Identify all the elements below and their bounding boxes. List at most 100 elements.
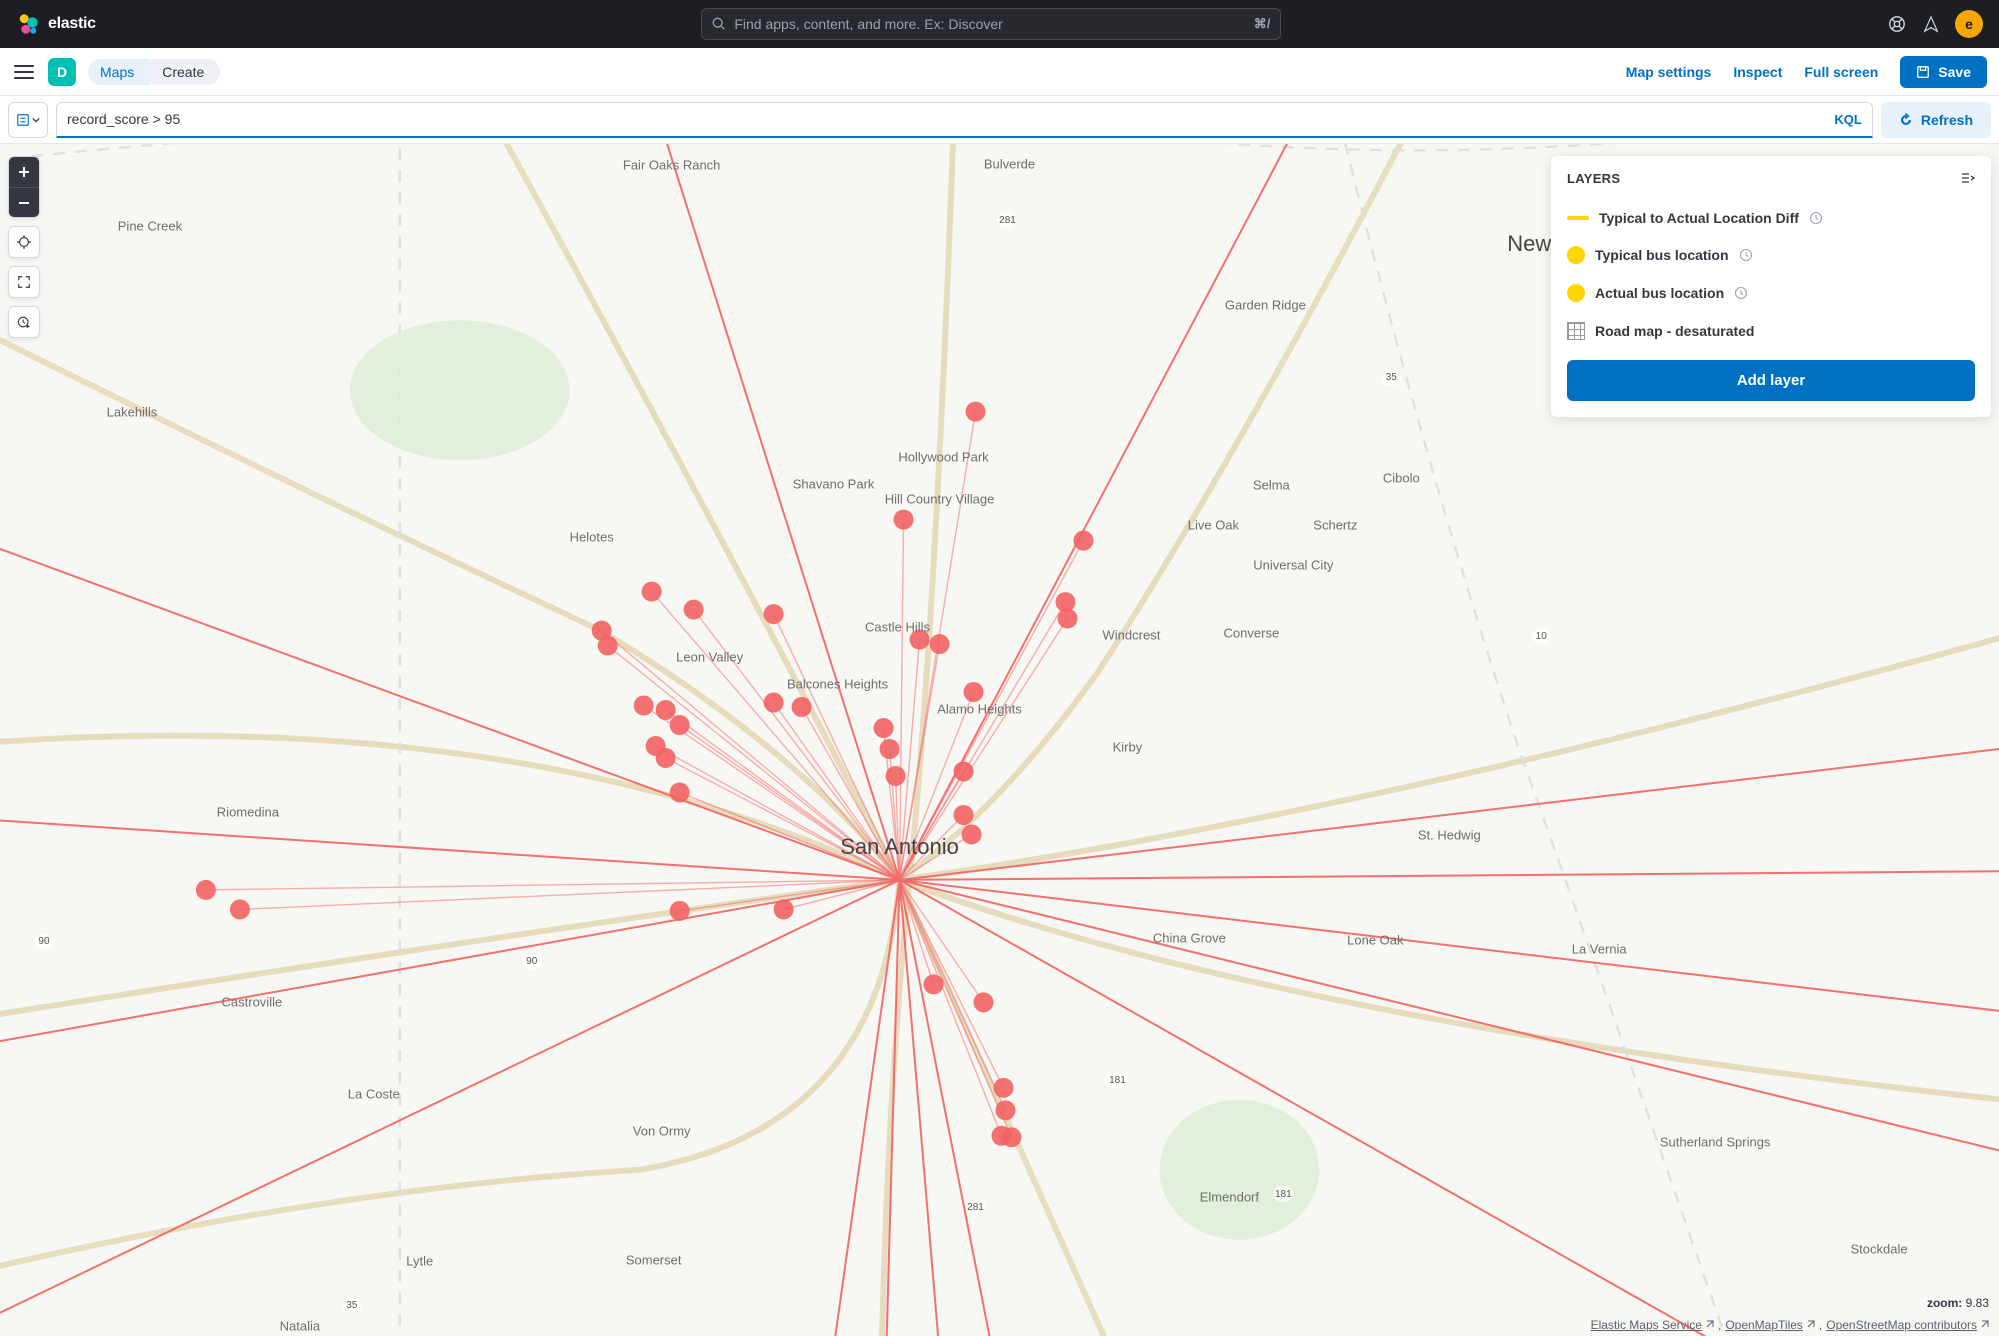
query-options-button[interactable] <box>8 102 48 138</box>
map-place-label: St. Hedwig <box>1418 828 1481 843</box>
map-place-label: Windcrest <box>1103 628 1161 643</box>
attrib-osm[interactable]: OpenStreetMap contributors <box>1826 1318 1989 1332</box>
timeslider-button[interactable] <box>9 307 39 337</box>
collapse-icon[interactable] <box>1959 170 1975 186</box>
road-number: 281 <box>966 1199 986 1215</box>
map-place-label: Leon Valley <box>676 649 743 664</box>
layers-title: LAYERS <box>1567 171 1620 186</box>
map-place-label: Lone Oak <box>1347 933 1403 948</box>
query-field[interactable] <box>67 111 1824 127</box>
layer-row[interactable]: Actual bus location <box>1567 274 1975 312</box>
fit-bounds-button[interactable] <box>9 227 39 257</box>
road-number: 181 <box>1273 1186 1293 1202</box>
map-place-label: Universal City <box>1253 557 1333 572</box>
map-place-label: Shavano Park <box>793 476 875 491</box>
nav-toggle-icon[interactable] <box>12 60 36 84</box>
zoom-out-button[interactable] <box>9 187 39 217</box>
clock-icon <box>1739 248 1753 262</box>
inspect-link[interactable]: Inspect <box>1733 64 1782 80</box>
map[interactable]: San AntonioNewFair Oaks RanchBulverdePin… <box>0 144 1999 1336</box>
layer-label: Actual bus location <box>1595 285 1724 301</box>
newsfeed-icon[interactable] <box>1921 14 1941 34</box>
map-place-label: Balcones Heights <box>787 676 888 691</box>
map-place-label: Von Ormy <box>633 1123 691 1138</box>
road-number: 35 <box>1381 370 1401 386</box>
layer-row[interactable]: Road map - desaturated <box>1567 312 1975 350</box>
timeslider-control <box>8 306 40 338</box>
zoom-in-button[interactable] <box>9 157 39 187</box>
map-place-label: Schertz <box>1313 518 1357 533</box>
space-badge[interactable]: D <box>48 58 76 86</box>
layer-label: Road map - desaturated <box>1595 323 1754 339</box>
refresh-button[interactable]: Refresh <box>1881 102 1991 138</box>
layer-swatch-line <box>1567 216 1589 220</box>
road-number: 10 <box>1531 628 1551 644</box>
clock-play-icon <box>17 315 31 329</box>
layers-panel: LAYERS Typical to Actual Location Diff Ty… <box>1551 156 1991 417</box>
map-place-label: Lakehills <box>107 405 158 420</box>
user-avatar[interactable]: e <box>1955 10 1983 38</box>
app-header: D Maps Create Map settings Inspect Full … <box>0 48 1999 96</box>
layer-label: Typical bus location <box>1595 247 1729 263</box>
elastic-logo-icon <box>16 12 40 36</box>
add-layer-button[interactable]: Add layer <box>1567 360 1975 401</box>
logo[interactable]: elastic <box>16 12 96 36</box>
map-place-label: Castroville <box>222 995 283 1010</box>
road-number: 181 <box>1107 1073 1127 1089</box>
map-place-label: Stockdale <box>1851 1241 1908 1256</box>
map-place-label: Converse <box>1224 625 1280 640</box>
map-place-label: Somerset <box>626 1252 682 1267</box>
global-header: elastic ⌘/ e <box>0 0 1999 48</box>
layer-label: Typical to Actual Location Diff <box>1599 210 1799 226</box>
map-controls <box>8 156 40 346</box>
chevron-down-icon <box>32 116 40 124</box>
extent-button[interactable] <box>9 267 39 297</box>
road-number: 281 <box>997 212 1017 228</box>
query-lang-tag[interactable]: KQL <box>1834 112 1861 127</box>
map-settings-link[interactable]: Map settings <box>1626 64 1712 80</box>
breadcrumb-maps[interactable]: Maps <box>88 59 150 85</box>
breadcrumbs: Maps Create <box>88 59 220 85</box>
map-place-label: New <box>1507 231 1551 257</box>
clock-icon <box>1734 286 1748 300</box>
attrib-openmaptiles[interactable]: OpenMapTiles <box>1725 1318 1815 1332</box>
full-screen-link[interactable]: Full screen <box>1804 64 1878 80</box>
map-place-label: Bulverde <box>984 157 1035 172</box>
external-icon <box>1704 1320 1714 1330</box>
map-place-label: Hollywood Park <box>898 450 988 465</box>
map-place-label: Live Oak <box>1188 518 1239 533</box>
filter-icon <box>16 113 30 127</box>
save-button[interactable]: Save <box>1900 56 1987 88</box>
map-place-label: Lytle <box>406 1253 433 1268</box>
map-place-label: Garden Ridge <box>1225 297 1306 312</box>
query-input[interactable]: KQL <box>56 102 1873 138</box>
external-icon <box>1805 1320 1815 1330</box>
map-place-label: China Grove <box>1153 930 1226 945</box>
map-place-label: Alamo Heights <box>937 702 1022 717</box>
map-place-label: Helotes <box>570 530 614 545</box>
clock-icon <box>1809 211 1823 225</box>
map-place-label: Natalia <box>280 1319 320 1334</box>
map-place-label: Elmendorf <box>1200 1189 1259 1204</box>
layer-row[interactable]: Typical to Actual Location Diff <box>1567 200 1975 236</box>
search-icon <box>712 17 726 31</box>
layer-swatch-dot <box>1567 284 1585 302</box>
map-place-label: Kirby <box>1113 740 1143 755</box>
plus-icon <box>18 166 30 178</box>
brand-text: elastic <box>48 15 96 33</box>
extent-control <box>8 266 40 298</box>
layer-row[interactable]: Typical bus location <box>1567 236 1975 274</box>
global-search-input[interactable] <box>734 16 1245 32</box>
map-place-label: Selma <box>1253 477 1290 492</box>
help-icon[interactable] <box>1887 14 1907 34</box>
map-place-label: Fair Oaks Ranch <box>623 158 721 173</box>
attrib-elastic[interactable]: Elastic Maps Service <box>1591 1318 1714 1332</box>
map-place-label: Pine Creek <box>118 219 182 234</box>
layer-swatch-grid <box>1567 322 1585 340</box>
attribution: Elastic Maps Service , OpenMapTiles , Op… <box>1591 1318 1989 1332</box>
zoom-controls <box>8 156 40 218</box>
road-number: 35 <box>342 1297 362 1313</box>
layer-swatch-dot <box>1567 246 1585 264</box>
global-search[interactable]: ⌘/ <box>701 8 1281 40</box>
map-place-label: Castle Hills <box>865 619 930 634</box>
